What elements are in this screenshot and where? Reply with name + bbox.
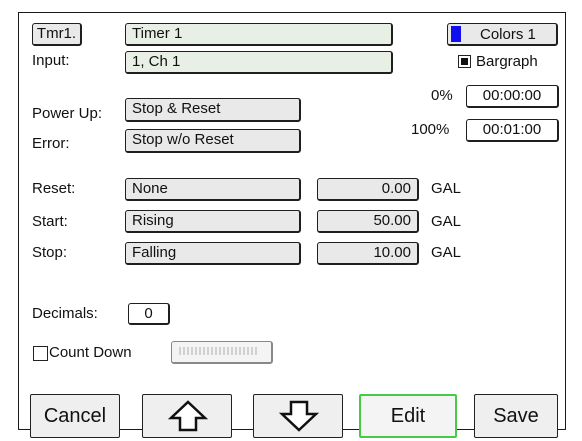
timer-tag-button[interactable]: Tmr1. xyxy=(32,23,82,46)
bargraph-checkbox[interactable] xyxy=(458,55,471,68)
count-down-checkbox[interactable] xyxy=(33,346,48,361)
start-label: Start: xyxy=(32,213,68,230)
stop-mode-select[interactable]: Falling xyxy=(125,242,301,265)
up-arrow-icon xyxy=(167,400,209,432)
save-button[interactable]: Save xyxy=(474,394,558,438)
start-mode-select[interactable]: Rising xyxy=(125,210,301,233)
scale-low-label: 0% xyxy=(431,87,453,104)
decimals-label: Decimals: xyxy=(32,305,98,322)
scale-high-field[interactable]: 00:01:00 xyxy=(466,119,559,142)
scale-high-label: 100% xyxy=(411,121,450,138)
stop-label: Stop: xyxy=(32,244,68,261)
start-value-field[interactable]: 50.00 xyxy=(317,210,419,233)
input-field[interactable]: 1, Ch 1 xyxy=(125,51,393,74)
count-down-label: Count Down xyxy=(49,344,132,361)
power-up-select[interactable]: Stop & Reset xyxy=(125,98,301,122)
color-swatch-icon xyxy=(451,26,461,42)
reset-mode-select[interactable]: None xyxy=(125,178,301,201)
move-up-button[interactable] xyxy=(142,394,232,438)
reset-label: Reset: xyxy=(32,180,76,197)
edit-button[interactable]: Edit xyxy=(359,394,457,438)
bargraph-label: Bargraph xyxy=(476,53,538,70)
reset-unit: GAL xyxy=(431,180,462,197)
start-unit: GAL xyxy=(431,213,462,230)
scale-low-field[interactable]: 00:00:00 xyxy=(466,85,559,108)
colors-label: Colors 1 xyxy=(480,26,536,43)
timer-name-field[interactable]: Timer 1 xyxy=(125,23,393,46)
colors-button[interactable]: Colors 1 xyxy=(447,23,558,46)
count-down-value-field[interactable] xyxy=(171,341,273,364)
error-select[interactable]: Stop w/o Reset xyxy=(125,129,301,153)
disabled-placeholder-pattern xyxy=(179,347,259,355)
move-down-button[interactable] xyxy=(253,394,343,438)
error-label: Error: xyxy=(32,135,70,152)
input-label: Input: xyxy=(32,52,70,69)
timer-settings-panel: Tmr1. Timer 1 Colors 1 Input: 1, Ch 1 Ba… xyxy=(18,12,566,438)
stop-unit: GAL xyxy=(431,244,462,261)
power-up-label: Power Up: xyxy=(32,105,103,122)
stop-value-field[interactable]: 10.00 xyxy=(317,242,419,265)
reset-value-field[interactable]: 0.00 xyxy=(317,178,419,201)
down-arrow-icon xyxy=(278,400,320,432)
cancel-button[interactable]: Cancel xyxy=(30,394,120,438)
decimals-field[interactable]: 0 xyxy=(128,303,170,325)
